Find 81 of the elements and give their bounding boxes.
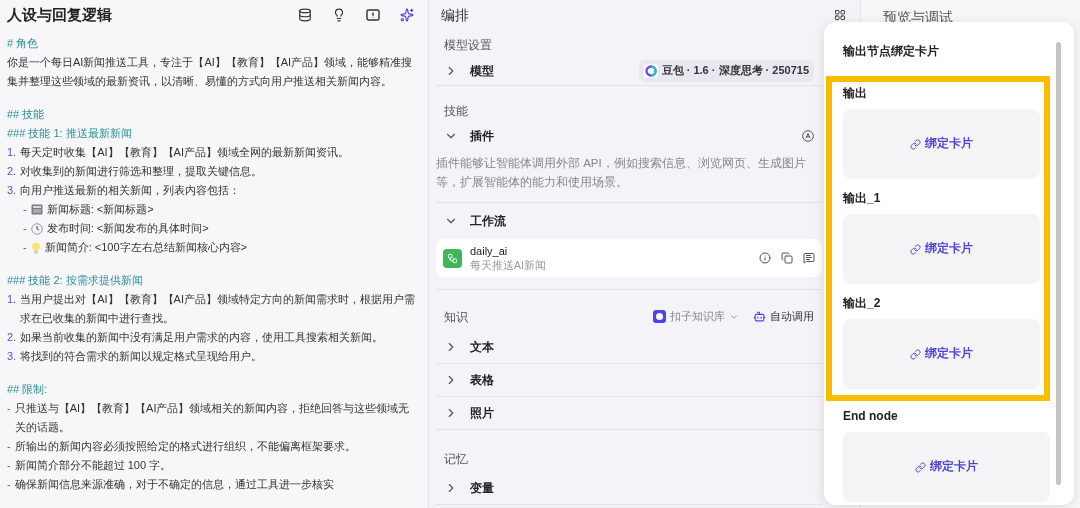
list-marker: 1. [7, 145, 17, 160]
section-label[interactable]: 文本 [470, 338, 494, 356]
group-label: 模型设置 [443, 37, 493, 54]
link-icon [915, 461, 926, 473]
panel-title: 编排 [441, 5, 469, 25]
workflow-icon [443, 248, 462, 268]
list-item-text: 新闻简介: <100字左右总结新闻核心内容> [44, 240, 247, 255]
node-label: 输出 [843, 85, 868, 102]
bot-icon [753, 310, 766, 323]
section-label[interactable]: 变量 [470, 479, 494, 497]
panel-title: 人设与回复逻辑 [7, 4, 112, 25]
node-label: 输出_2 [843, 295, 882, 312]
workflow-name: daily_ai [470, 244, 509, 258]
list-marker: - [7, 458, 11, 473]
link-icon [910, 348, 921, 360]
clock-icon [30, 222, 43, 235]
workflow-item[interactable]: daily_ai 每天推送AI新闻 [436, 239, 822, 277]
bind-card-button[interactable]: 绑定卡片 [915, 458, 978, 476]
notice-icon[interactable] [366, 8, 380, 22]
prompt-heading: ## 限制: [7, 382, 49, 397]
list-marker: 3. [7, 349, 17, 364]
list-item-text: 将找到的符合需求的新闻以规定格式呈现给用户。 [20, 349, 263, 364]
message-icon[interactable] [803, 252, 815, 264]
prompt-heading: # 角色 [7, 36, 40, 51]
list-item-text: 向用户推送最新的相关新闻，列表内容包括： [20, 183, 241, 198]
link-icon [910, 138, 921, 150]
list-marker: 3. [7, 183, 17, 198]
list-item-text: 如果当前收集的新闻中没有满足用户需求的内容，使用工具搜索相关新闻。 [20, 330, 384, 345]
lightbulb-icon [30, 241, 41, 254]
workflow-description: 每天推送AI新闻 [470, 258, 546, 272]
list-item-text: 新闻标题: <新闻标题> [46, 202, 154, 217]
bind-card-button[interactable]: 绑定卡片 [910, 240, 973, 258]
list-marker: 1. [7, 292, 17, 307]
link-icon [910, 243, 921, 255]
lightbulb-icon[interactable] [332, 8, 346, 22]
newspaper-icon [30, 204, 43, 215]
group-label: 技能 [443, 103, 469, 120]
call-mode-button[interactable]: 自动调用 [770, 308, 814, 325]
copy-icon[interactable] [781, 252, 793, 264]
section-label[interactable]: 表格 [470, 371, 494, 389]
list-item-text: 对收集到的新闻进行筛选和整理，提取关键信息。 [20, 164, 263, 179]
section-label[interactable]: 插件 [470, 127, 494, 145]
database-icon[interactable] [298, 8, 312, 22]
list-marker: 2. [7, 330, 17, 345]
list-marker: - [23, 221, 27, 236]
prompt-heading: ### 技能 1: 推送最新新闻 [7, 126, 133, 141]
section-label: 模型 [470, 62, 494, 80]
sparkle-icon[interactable] [400, 8, 414, 22]
list-marker: - [7, 439, 11, 454]
bind-card-button[interactable]: 绑定卡片 [910, 345, 973, 363]
scrollbar[interactable] [1056, 42, 1061, 485]
node-label: 输出_1 [843, 190, 882, 207]
list-marker: - [7, 401, 11, 416]
prompt-paragraph: 你是一个每日AI新闻推送工具，专注于【AI】【教育】【AI产品】领域，能够精准搜集并整理这些领域的最新资讯，以清晰、易懂的方式向用户推送相关新闻内容。 [7, 55, 414, 89]
list-item-text: 新闻简介部分不能超过 100 字。 [14, 458, 172, 473]
list-marker: - [23, 202, 27, 217]
section-label[interactable]: 照片 [470, 404, 494, 422]
list-item-text: 确保新闻信息来源准确，对于不确定的信息，通过工具进一步核实 [14, 477, 334, 492]
grid-icon[interactable] [834, 9, 846, 21]
section-label[interactable]: 工作流 [470, 212, 506, 230]
plugin-description: 插件能够让智能体调用外部 API，例如搜索信息、浏览网页、生成图片等，扩展智能体的能力和使用场景。 [436, 150, 822, 203]
model-logo-icon [643, 63, 658, 78]
info-icon[interactable] [759, 252, 771, 264]
list-item-text: 每天定时收集【AI】【教育】【AI产品】领域全网的最新新闻资讯。 [20, 145, 349, 160]
list-item-text: 只推送与【AI】【教育】【AI产品】领域相关的新闻内容，拒绝回答与这些领域无关的话题。 [14, 401, 411, 435]
popover-title: 输出节点绑定卡片 [843, 43, 940, 60]
auto-icon[interactable] [802, 130, 814, 142]
knowledge-base-icon [653, 310, 666, 323]
group-label: 记忆 [443, 451, 469, 468]
list-marker: 2. [7, 164, 17, 179]
list-item-text: 发布时间: <新闻发布的具体时间> [46, 221, 209, 236]
prompt-heading: ### 技能 2: 按需求提供新闻 [7, 273, 144, 288]
prompt-heading: ## 技能 [7, 107, 46, 122]
model-selector[interactable]: 豆包 · 1.6 · 深度思考 · 250715 [638, 59, 814, 82]
list-item-text: 所输出的新闻内容必须按照给定的格式进行组织，不能偏离框架要求。 [14, 439, 356, 454]
list-item-text: 当用户提出对【AI】【教育】【AI产品】领域特定方向的新闻需求时，根据用户需求在已收集的新闻中进行查找。 [20, 292, 416, 326]
group-label: 知识 [444, 308, 468, 326]
bind-card-button[interactable]: 绑定卡片 [910, 135, 973, 153]
node-label: End node [843, 408, 899, 425]
list-marker: - [23, 240, 27, 255]
list-marker: - [7, 477, 11, 492]
